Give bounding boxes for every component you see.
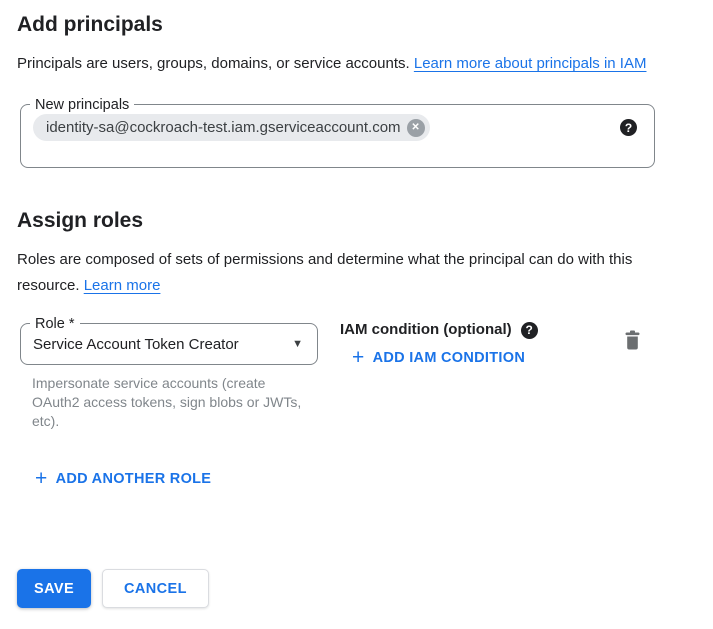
close-icon: ✕ bbox=[411, 123, 419, 133]
principal-chip-value: identity-sa@cockroach-test.iam.gservicea… bbox=[46, 119, 401, 136]
iam-condition-help-icon[interactable]: ? bbox=[521, 322, 538, 339]
delete-role-button[interactable] bbox=[624, 330, 641, 353]
role-column: Role * Service Account Token Creator ▼ I… bbox=[20, 323, 318, 431]
new-principals-help-icon[interactable]: ? bbox=[620, 119, 637, 136]
roles-learn-more-link[interactable]: Learn more bbox=[84, 277, 161, 294]
cancel-button[interactable]: CANCEL bbox=[102, 569, 209, 608]
intro-paragraph: Principals are users, groups, domains, o… bbox=[17, 51, 669, 77]
plus-icon: + bbox=[35, 470, 48, 488]
add-iam-condition-label: ADD IAM CONDITION bbox=[373, 348, 526, 368]
plus-icon: + bbox=[352, 349, 365, 367]
chevron-down-icon: ▼ bbox=[292, 338, 303, 350]
assign-roles-title: Assign roles bbox=[17, 208, 713, 234]
intro-text: Principals are users, groups, domains, o… bbox=[17, 55, 410, 72]
role-helper-text: Impersonate service accounts (create OAu… bbox=[32, 374, 304, 431]
iam-condition-label: IAM condition (optional) bbox=[340, 320, 512, 340]
add-iam-condition-button[interactable]: + ADD IAM CONDITION bbox=[352, 348, 525, 368]
principals-learn-more-link[interactable]: Learn more about principals in IAM bbox=[414, 55, 647, 72]
new-principals-field[interactable]: New principals identity-sa@cockroach-tes… bbox=[20, 104, 655, 168]
new-principals-label: New principals bbox=[30, 95, 134, 115]
principal-chip: identity-sa@cockroach-test.iam.gservicea… bbox=[33, 114, 430, 141]
trash-icon bbox=[624, 338, 641, 353]
chip-remove-button[interactable]: ✕ bbox=[407, 119, 425, 137]
add-another-role-label: ADD ANOTHER ROLE bbox=[56, 469, 212, 489]
iam-condition-column: IAM condition (optional) ? + ADD IAM CON… bbox=[318, 323, 624, 369]
role-selected-value: Service Account Token Creator bbox=[33, 336, 284, 353]
footer-actions: SAVE CANCEL bbox=[17, 569, 209, 608]
role-label: Role * bbox=[30, 314, 80, 334]
role-row: Role * Service Account Token Creator ▼ I… bbox=[20, 323, 655, 431]
roles-description-paragraph: Roles are composed of sets of permission… bbox=[17, 247, 669, 299]
page-title: Add principals bbox=[17, 12, 713, 38]
save-button[interactable]: SAVE bbox=[17, 569, 91, 608]
role-select[interactable]: Role * Service Account Token Creator ▼ bbox=[20, 323, 318, 365]
add-another-role-button[interactable]: + ADD ANOTHER ROLE bbox=[35, 469, 211, 489]
